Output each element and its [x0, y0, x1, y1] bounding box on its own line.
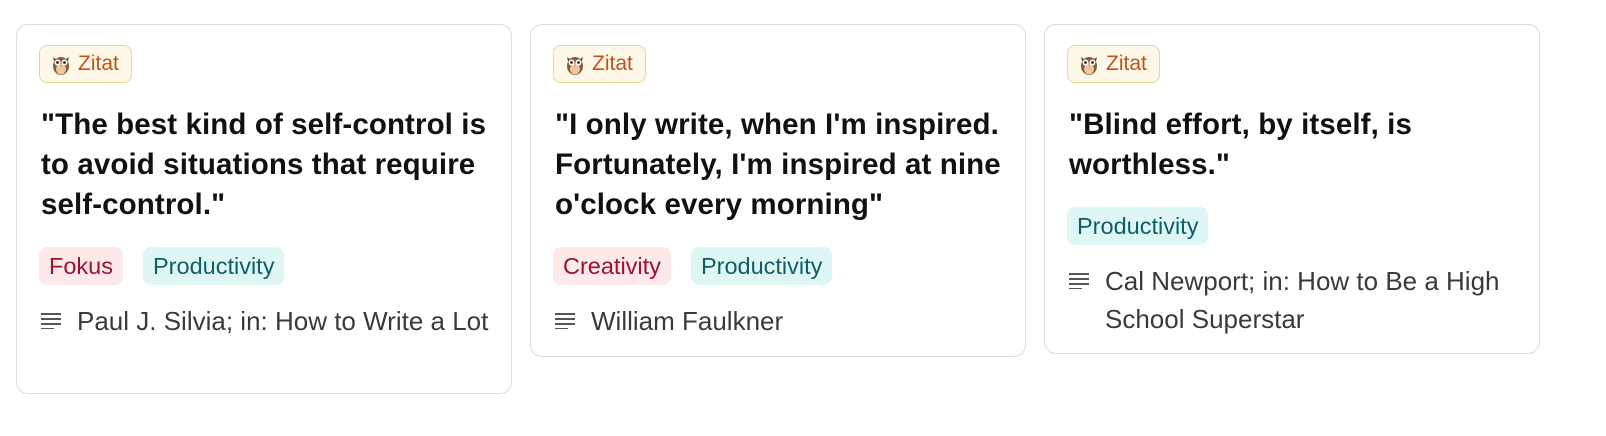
tag-productivity[interactable]: Productivity: [1067, 207, 1209, 245]
tag-creativity[interactable]: Creativity: [553, 247, 671, 285]
tag-list: Fokus Productivity: [39, 247, 489, 285]
source-text: Paul J. Silvia; in: How to Write a Lot: [77, 306, 489, 336]
owl-icon: [1081, 57, 1097, 75]
tag-productivity[interactable]: Productivity: [143, 247, 285, 285]
type-badge-label: Zitat: [592, 52, 633, 75]
text-lines-icon: [1069, 273, 1089, 289]
owl-icon: [53, 57, 69, 75]
source-text: William Faulkner: [591, 306, 784, 336]
quote-text: "The best kind of self-control is to avo…: [41, 108, 487, 221]
quote-text: "Blind effort, by itself, is worthless.": [1069, 108, 1412, 181]
quote-card[interactable]: Zitat "The best kind of self-control is …: [16, 24, 512, 394]
tag-list: Productivity: [1067, 207, 1517, 245]
quote-card[interactable]: Zitat "Blind effort, by itself, is worth…: [1044, 24, 1540, 354]
source-row: Paul J. Silvia; in: How to Write a Lot: [39, 302, 489, 340]
type-badge: Zitat: [1067, 45, 1160, 83]
type-badge: Zitat: [553, 45, 646, 83]
tag-list: Creativity Productivity: [553, 247, 1003, 285]
tag-productivity[interactable]: Productivity: [690, 247, 833, 285]
source-row: William Faulkner: [553, 302, 1003, 340]
owl-icon: [567, 57, 583, 75]
type-badge-label: Zitat: [1106, 52, 1147, 75]
text-lines-icon: [555, 313, 575, 329]
source-row: Cal Newport; in: How to Be a High School…: [1067, 262, 1517, 338]
type-badge: Zitat: [39, 45, 132, 83]
source-text: Cal Newport; in: How to Be a High School…: [1105, 266, 1500, 334]
text-lines-icon: [41, 313, 61, 329]
type-badge-label: Zitat: [78, 52, 119, 75]
tag-fokus[interactable]: Fokus: [39, 247, 123, 285]
quote-card[interactable]: Zitat "I only write, when I'm inspired. …: [530, 24, 1026, 357]
quote-gallery: Zitat "The best kind of self-control is …: [0, 0, 1606, 436]
quote-text: "I only write, when I'm inspired. Fortun…: [555, 108, 1001, 221]
